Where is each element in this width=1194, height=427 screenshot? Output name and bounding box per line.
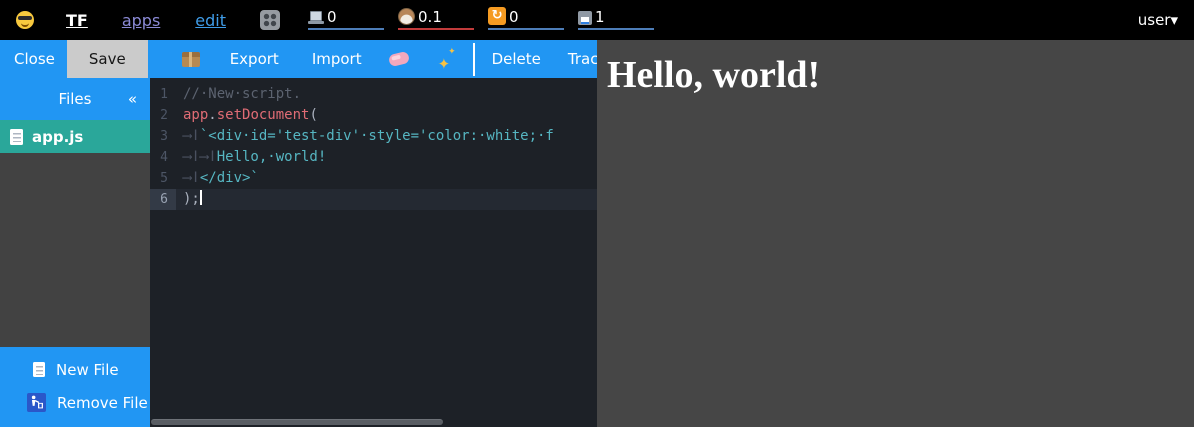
- line-content: ⟶ǀ`<div·id='test-div'·style='color:·whit…: [176, 126, 554, 147]
- save-button[interactable]: Save: [67, 40, 148, 78]
- new-file-label: New File: [56, 361, 119, 379]
- line-number: 1: [150, 84, 176, 105]
- stat-value: 1: [595, 10, 605, 25]
- floppy-icon: [578, 11, 592, 25]
- stat-value: 0: [509, 10, 519, 25]
- code-area: 1//·New·script.2app.setDocument(3⟶ǀ`<div…: [150, 78, 597, 210]
- line-number: 4: [150, 147, 176, 168]
- code-line: 6);: [150, 189, 597, 210]
- soap-icon[interactable]: [387, 51, 409, 67]
- delete-button[interactable]: Delete: [492, 50, 541, 68]
- stat-floppy: 1: [578, 10, 654, 30]
- line-content: );: [176, 189, 202, 210]
- stats-group: 0 0.1 0 1: [308, 10, 654, 30]
- line-content: app.setDocument(: [176, 105, 318, 126]
- stat-hamster: 0.1: [398, 10, 474, 30]
- file-icon: [10, 129, 23, 145]
- close-button[interactable]: Close: [14, 50, 55, 68]
- brand-link[interactable]: TF: [66, 11, 88, 30]
- line-content: ⟶ǀ</div>`: [176, 168, 259, 189]
- file-name: app.js: [32, 128, 83, 146]
- line-content: ⟶ǀ⟶ǀHello,·world!: [176, 147, 326, 168]
- file-item-app-js[interactable]: app.js: [0, 120, 150, 153]
- editor-pane: Close Save Export Import Delete Trace Fi…: [0, 40, 597, 427]
- stat-value: 0: [327, 10, 337, 25]
- code-editor[interactable]: 1//·New·script.2app.setDocument(3⟶ǀ`<div…: [150, 78, 597, 427]
- stat-laptop: 0: [308, 10, 384, 30]
- remove-file-icon: [27, 393, 46, 412]
- sidebar-actions: New File: [0, 347, 150, 427]
- files-header-label: Files: [59, 90, 92, 108]
- user-menu[interactable]: user▾: [1138, 11, 1178, 29]
- files-header: Files «: [0, 78, 150, 120]
- line-content: //·New·script.: [176, 84, 301, 105]
- export-button[interactable]: Export: [230, 50, 279, 68]
- stat-refresh: 0: [488, 10, 564, 30]
- files-sidebar: Files « app.js New File: [0, 78, 150, 427]
- remove-file-label: Remove File: [57, 394, 148, 412]
- text-cursor: [200, 190, 202, 205]
- code-line: 3⟶ǀ`<div·id='test-div'·style='color:·whi…: [150, 126, 597, 147]
- package-icon[interactable]: [182, 52, 200, 67]
- editor-toolbar: Close Save Export Import Delete Trace: [0, 40, 597, 78]
- apps-link[interactable]: apps: [122, 11, 160, 30]
- horizontal-scrollbar[interactable]: [151, 419, 443, 425]
- dice-icon[interactable]: [260, 10, 280, 30]
- laptop-icon: [308, 11, 324, 25]
- code-line: 5⟶ǀ</div>`: [150, 168, 597, 189]
- sparkles-icon[interactable]: [437, 49, 457, 69]
- preview-pane: Hello, world!: [597, 40, 1194, 427]
- line-number: 6: [150, 189, 176, 210]
- toolbar-blank-box[interactable]: [473, 43, 475, 76]
- app-window: TF apps edit 0 0.1 0 1 user▾ Close Save Exp…: [0, 0, 1194, 427]
- sunglasses-face-icon: [16, 11, 34, 29]
- new-file-button[interactable]: New File: [0, 353, 150, 386]
- code-line: 4⟶ǀ⟶ǀHello,·world!: [150, 147, 597, 168]
- top-nav-bar: TF apps edit 0 0.1 0 1 user▾: [0, 0, 1194, 40]
- collapse-sidebar-button[interactable]: «: [128, 90, 137, 108]
- code-line: 2app.setDocument(: [150, 105, 597, 126]
- line-number: 2: [150, 105, 176, 126]
- refresh-icon: [488, 7, 506, 25]
- hamster-icon: [398, 8, 415, 25]
- import-button[interactable]: Import: [312, 50, 362, 68]
- new-file-icon: [33, 362, 45, 377]
- pane-body: Files « app.js New File: [0, 78, 597, 427]
- preview-heading: Hello, world!: [607, 53, 1194, 97]
- line-number: 3: [150, 126, 176, 147]
- line-number: 5: [150, 168, 176, 189]
- remove-file-button[interactable]: Remove File: [0, 386, 150, 419]
- code-line: 1//·New·script.: [150, 84, 597, 105]
- stat-value: 0.1: [418, 10, 442, 25]
- edit-link[interactable]: edit: [195, 11, 226, 30]
